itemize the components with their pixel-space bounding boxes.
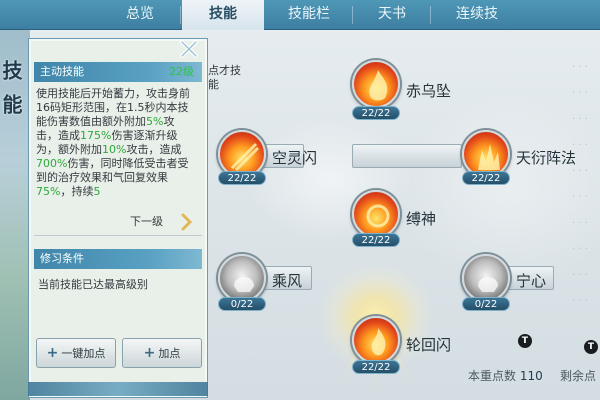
description-highlight: 10% [102, 143, 127, 156]
skill-type-header: 主动技能 22级 [34, 62, 202, 82]
one-click-add-button[interactable]: + 一键加点 [36, 338, 116, 368]
side-title: 技能 [0, 60, 23, 128]
close-icon[interactable] [176, 36, 202, 62]
skill-name: 天衍阵法 [516, 149, 577, 167]
skill-type-label: 主动技能 [40, 65, 84, 78]
flame-icon [366, 204, 390, 228]
next-level-button[interactable]: 下一级 [130, 213, 200, 231]
hint-text: 点才技能 [208, 64, 241, 91]
tab-skills[interactable]: 技能 [182, 0, 264, 30]
description-highlight: 5% [146, 115, 164, 128]
requirement-header: 修习条件 [34, 249, 202, 269]
description-text: ，持续 [60, 185, 94, 198]
helmet-icon [234, 277, 254, 292]
toggle-t-icon[interactable]: T [518, 334, 532, 348]
skill-name: 乘风 [272, 272, 303, 290]
skill-node-fushen[interactable] [352, 190, 400, 238]
points-value: 110 [519, 369, 543, 383]
plus-icon: + [46, 345, 59, 361]
tab-separator [430, 6, 431, 24]
skill-count: 22/22 [218, 171, 266, 185]
next-level-label: 下一级 [130, 215, 163, 228]
description-highlight: 175% [80, 129, 112, 142]
requirement-text: 当前技能已达最高级别 [38, 278, 148, 291]
skill-count: 0/22 [462, 297, 510, 311]
add-point-label: 加点 [158, 347, 181, 360]
connector-bar [352, 144, 462, 168]
chevron-right-icon [181, 213, 193, 231]
tab-bar: 总览 技能 技能栏 天书 连续技 [0, 0, 600, 30]
tab-overview[interactable]: 总览 [100, 0, 180, 30]
toggle-t-icon-2[interactable]: T [584, 340, 598, 354]
panel-divider [34, 235, 202, 236]
plus-icon: + [143, 345, 156, 361]
flame-icon [369, 70, 388, 101]
skill-name: 宁心 [516, 272, 547, 290]
skill-description: 使用技能后开始蓄力，攻击身前16码矩形范围，在1.5秒内本技能伤害数值由额外附加… [36, 87, 196, 205]
skill-count: 22/22 [352, 360, 400, 374]
skill-count: 0/22 [218, 297, 266, 311]
skill-node-ningxin[interactable] [462, 254, 510, 302]
skill-node-chengfeng[interactable] [218, 254, 266, 302]
description-highlight: 5 [93, 185, 101, 198]
skill-count: 22/22 [352, 233, 400, 247]
panel-footer-decor [28, 382, 208, 396]
one-click-add-label: 一键加点 [61, 347, 106, 360]
skill-points-total: 本重点数 110 [468, 367, 543, 384]
helmet-icon [478, 277, 498, 292]
skill-name: 空灵闪 [272, 149, 318, 167]
add-point-button[interactable]: + 加点 [122, 338, 202, 368]
skill-name: 缚神 [406, 210, 437, 228]
skill-level-label: 22级 [169, 65, 194, 78]
description-text: 攻击，造成 [126, 143, 182, 156]
flame-icon [371, 328, 386, 356]
skill-name: 赤乌坠 [406, 82, 452, 100]
tab-skill-bar[interactable]: 技能栏 [266, 0, 352, 30]
tab-separator [352, 6, 353, 24]
points-label: 本重点数 [468, 369, 517, 383]
skill-name: 轮回闪 [406, 336, 452, 354]
skill-count: 22/22 [352, 106, 400, 120]
tab-separator [180, 6, 181, 24]
tab-combo-skills[interactable]: 连续技 [432, 0, 522, 30]
requirement-header-label: 修习条件 [40, 252, 84, 265]
description-highlight: 75% [36, 185, 61, 198]
background-calligraphy: · · · · · · · · · · · · · · · · · · · · · · · ·… [572, 62, 588, 307]
skill-node-lunhuishan[interactable] [352, 316, 400, 364]
skill-count: 22/22 [462, 171, 510, 185]
skill-node-chiwuzhui[interactable] [352, 60, 400, 108]
remaining-points: 剩余点 [560, 369, 597, 383]
tab-heavenly-book[interactable]: 天书 [354, 0, 430, 30]
description-highlight: 700% [36, 157, 68, 170]
